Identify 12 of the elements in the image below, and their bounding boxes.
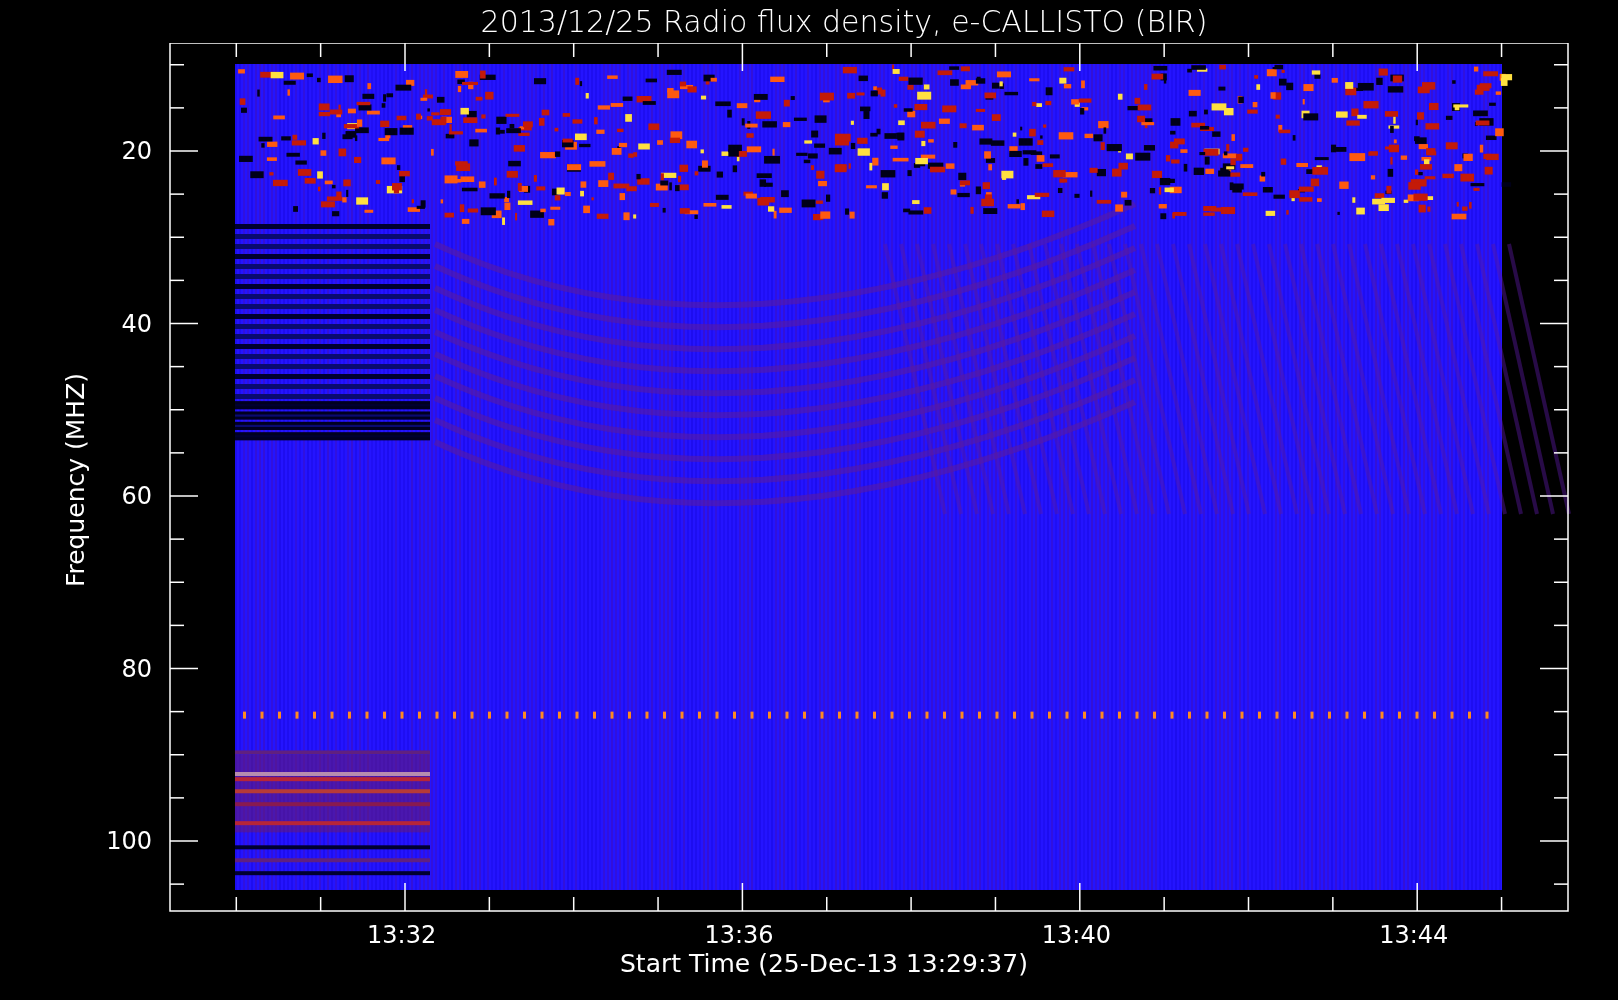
x-tick-label: 13:32: [367, 923, 437, 947]
y-tick-label: 40: [121, 311, 152, 336]
x-axis-title: Start Time (25-Dec-13 13:29:37): [620, 951, 1028, 976]
y-tick-label: 80: [121, 656, 152, 681]
x-tick-label: 13:40: [1041, 923, 1111, 947]
x-tick-label: 13:36: [704, 923, 774, 947]
y-tick-label: 60: [121, 484, 152, 508]
y-axis-title: Frequency (MHZ): [62, 372, 88, 588]
y-tick-label: 20: [121, 139, 152, 163]
x-tick-label: 13:44: [1379, 923, 1449, 947]
chart-title: 2013/12/25 Radio flux density, e-CALLISTO (BIR): [479, 3, 1209, 41]
y-tick-label: 100: [106, 829, 152, 853]
